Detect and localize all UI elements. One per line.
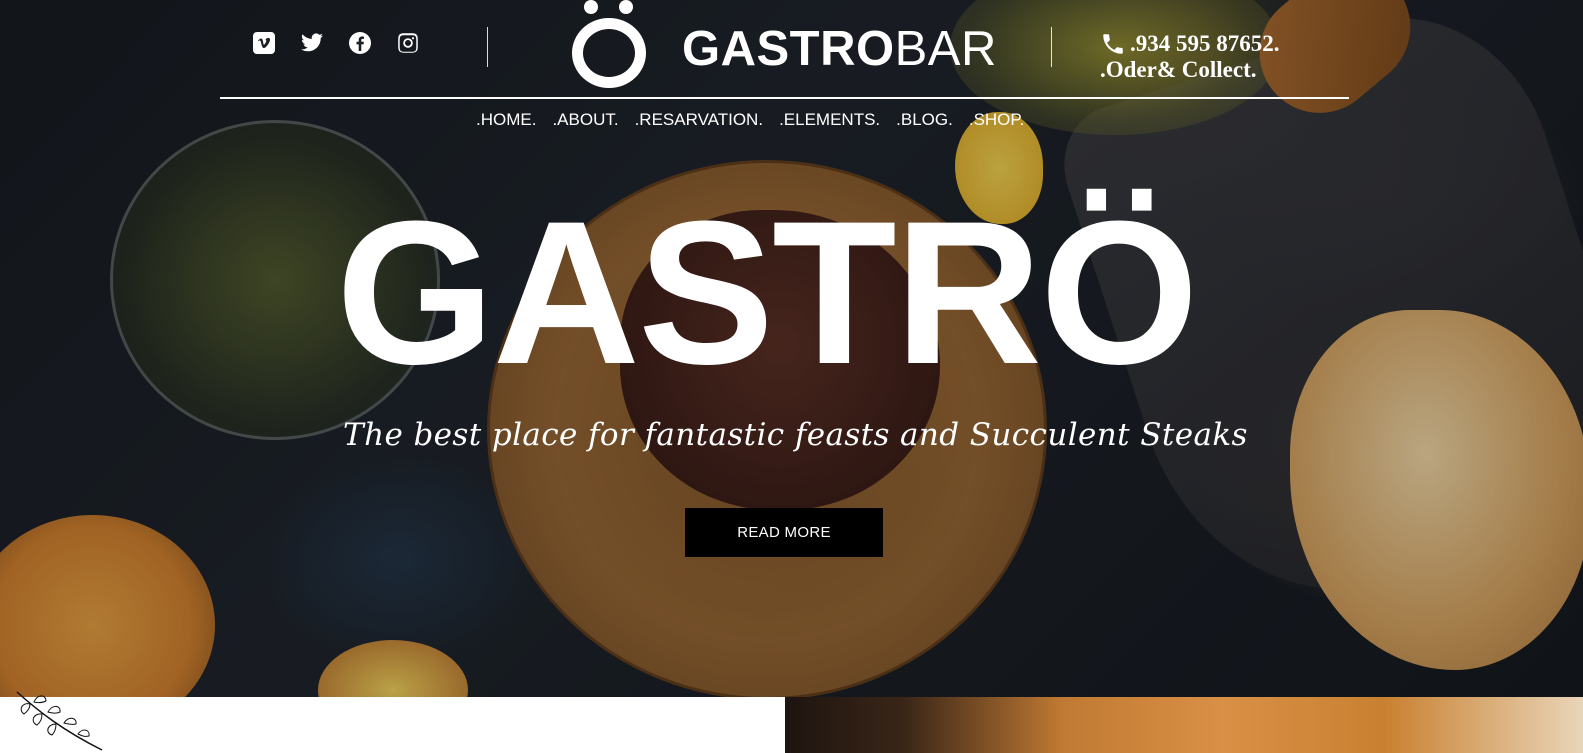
hero-tagline: The best place for fantastic feasts and …	[343, 417, 1248, 453]
logo-text[interactable]: GASTROBAR	[682, 20, 997, 78]
order-collect: .Oder& Collect.	[1100, 57, 1257, 82]
nav-elements[interactable]: .ELEMENTS.	[779, 109, 880, 131]
olive-branch-icon	[16, 691, 103, 751]
logo-ring	[572, 18, 646, 88]
nav-home[interactable]: .HOME.	[476, 109, 536, 131]
header-divider-left	[487, 27, 488, 67]
instagram-icon[interactable]	[395, 30, 421, 56]
facebook-icon[interactable]	[347, 30, 373, 56]
phone-number[interactable]: .934 595 87652.	[1130, 31, 1280, 57]
read-more-button[interactable]: READ MORE	[685, 508, 883, 557]
logo-dot-left	[584, 0, 598, 14]
phone-icon	[1103, 34, 1123, 54]
next-section-image	[785, 697, 1583, 753]
logo-mark[interactable]	[572, 0, 648, 90]
header-rule	[220, 97, 1349, 99]
hero-section: GASTROBAR .934 595 87652. .Oder& Collect…	[0, 0, 1583, 697]
twitter-icon[interactable]	[299, 30, 325, 56]
header-divider-right	[1051, 27, 1052, 67]
nav-reservation[interactable]: .RESARVATION.	[635, 109, 763, 131]
hero-title-text: GASTRÖ	[336, 179, 1199, 407]
social-links	[251, 30, 421, 56]
nav-about[interactable]: .ABOUT.	[552, 109, 618, 131]
hero-title: GASTRÖ	[336, 188, 1236, 398]
nav-blog[interactable]: .BLOG.	[896, 109, 953, 131]
logo-bold: GASTRO	[682, 22, 895, 76]
nav-shop[interactable]: .SHOP.	[969, 109, 1024, 131]
logo-dot-right	[619, 0, 633, 14]
contact-block: .934 595 87652. .Oder& Collect.	[1100, 31, 1280, 83]
logo-light: BAR	[894, 22, 997, 76]
vimeo-icon[interactable]	[251, 30, 277, 56]
main-nav: .HOME. .ABOUT. .RESARVATION. .ELEMENTS. …	[476, 109, 1024, 131]
